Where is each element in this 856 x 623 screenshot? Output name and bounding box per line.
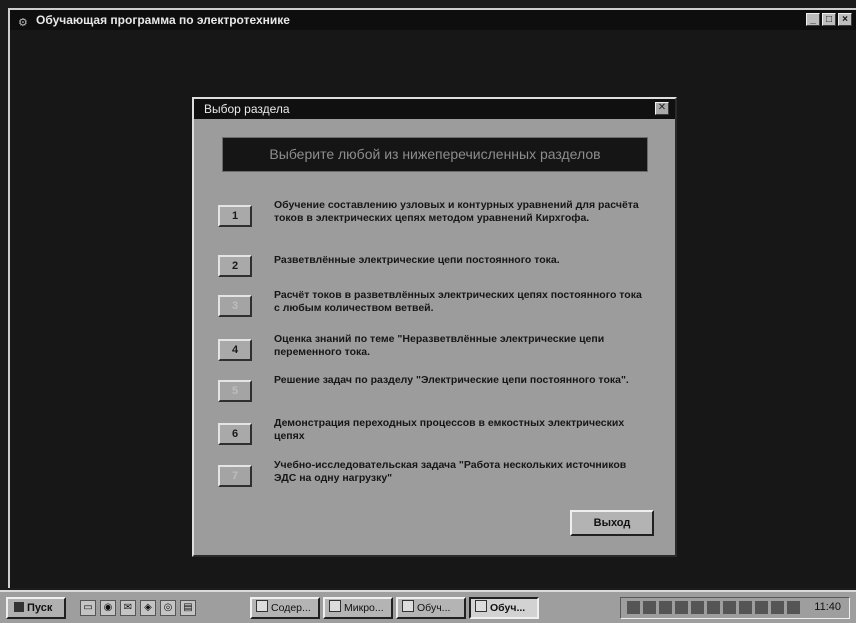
volume-icon[interactable] <box>659 601 672 614</box>
monitor-icon[interactable] <box>707 601 720 614</box>
network-icon[interactable] <box>643 601 656 614</box>
printer-icon[interactable] <box>691 601 704 614</box>
section-7-button[interactable]: 7 <box>218 465 252 487</box>
section-row-6: 6 Демонстрация переходных процессов в ем… <box>218 417 658 457</box>
section-1-button[interactable]: 1 <box>218 205 252 227</box>
quick-launch: ▭ ◉ ✉ ◈ ◎ ▤ <box>80 600 196 616</box>
section-row-1: 1 Обучение составлению узловых и контурн… <box>218 199 658 239</box>
taskbar-task-3[interactable]: Обуч... <box>396 597 466 619</box>
section-7-text: Учебно-исследовательская задача "Работа … <box>274 459 627 484</box>
section-row-2: 2 Разветвлённые электрические цепи посто… <box>218 249 658 289</box>
section-4-button[interactable]: 4 <box>218 339 252 361</box>
scheduler-icon[interactable] <box>675 601 688 614</box>
start-button[interactable]: Пуск <box>6 597 66 619</box>
section-6-text: Демонстрация переходных процессов в емко… <box>274 417 625 442</box>
exit-button[interactable]: Выход <box>570 510 654 536</box>
section-4-text: Оценка знаний по теме "Неразветвлённые э… <box>274 333 605 358</box>
maximize-button[interactable]: □ <box>822 13 836 26</box>
antivirus-icon[interactable] <box>723 601 736 614</box>
section-1-text: Обучение составлению узловых и контурных… <box>274 199 639 224</box>
channels-icon[interactable]: ◈ <box>140 600 156 616</box>
mail-icon[interactable]: ✉ <box>120 600 136 616</box>
task-1-label: Содер... <box>271 602 311 614</box>
language-icon[interactable] <box>627 601 640 614</box>
misc-tray-icon[interactable] <box>787 601 800 614</box>
taskbar-task-1[interactable]: Содер... <box>250 597 320 619</box>
section-row-3: 3 Расчёт токов в разветвлённых электриче… <box>218 289 658 329</box>
section-6-button[interactable]: 6 <box>218 423 252 445</box>
word-icon <box>329 600 341 612</box>
browser-icon[interactable]: ◉ <box>100 600 116 616</box>
section-2-button[interactable]: 2 <box>218 255 252 277</box>
section-row-7: 7 Учебно-исследовательская задача "Работ… <box>218 459 658 499</box>
document-icon <box>256 600 268 612</box>
task-4-label: Обуч... <box>490 602 526 614</box>
taskbar-task-4-active[interactable]: Обуч... <box>469 597 539 619</box>
task-2-label: Микро... <box>344 602 384 614</box>
section-3-button[interactable]: 3 <box>218 295 252 317</box>
dialog-header: Выберите любой из нижеперечисленных разд… <box>222 137 648 172</box>
close-button[interactable]: × <box>838 13 852 26</box>
section-2-text: Разветвлённые электрические цепи постоян… <box>274 254 560 266</box>
agent-icon[interactable] <box>739 601 752 614</box>
dialog-title-bar[interactable]: Выбор раздела ✕ <box>194 99 675 119</box>
windows-logo-icon <box>14 602 24 612</box>
window-controls: _ □ × <box>806 13 852 26</box>
section-5-button[interactable]: 5 <box>218 380 252 402</box>
dialog-title: Выбор раздела <box>204 102 290 116</box>
app-icon: ⚙ <box>18 17 28 29</box>
start-label: Пуск <box>27 602 53 614</box>
dialog-close-button[interactable]: ✕ <box>655 102 669 115</box>
power-icon[interactable] <box>755 601 768 614</box>
explorer-icon[interactable]: ◎ <box>160 600 176 616</box>
folder-icon[interactable]: ▤ <box>180 600 196 616</box>
clock[interactable]: 11:40 <box>814 601 841 613</box>
app-icon <box>475 600 487 612</box>
system-tray: 11:40 <box>620 597 850 619</box>
minimize-button[interactable]: _ <box>806 13 820 26</box>
main-title-bar[interactable]: ⚙ Обучающая программа по электротехнике _… <box>10 10 856 30</box>
taskbar: Пуск ▭ ◉ ✉ ◈ ◎ ▤ Содер... Микро... Обуч.… <box>0 590 856 623</box>
folder-icon <box>402 600 414 612</box>
taskbar-task-2[interactable]: Микро... <box>323 597 393 619</box>
tray-icons <box>627 601 800 614</box>
update-icon[interactable] <box>771 601 784 614</box>
section-dialog: Выбор раздела ✕ Выберите любой из нижепе… <box>192 97 677 557</box>
desktop-icon[interactable]: ▭ <box>80 600 96 616</box>
section-row-5: 5 Решение задач по разделу "Электрически… <box>218 374 658 414</box>
task-3-label: Обуч... <box>417 602 451 614</box>
section-3-text: Расчёт токов в разветвлённых электрическ… <box>274 289 642 314</box>
main-window-title: Обучающая программа по электротехнике <box>36 13 290 27</box>
section-row-4: 4 Оценка знаний по теме "Неразветвлённые… <box>218 333 658 373</box>
section-5-text: Решение задач по разделу "Электрические … <box>274 374 629 386</box>
